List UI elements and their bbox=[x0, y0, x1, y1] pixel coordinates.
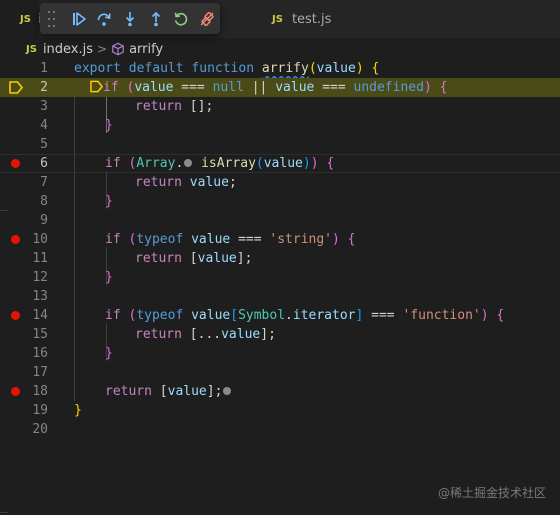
line-number: 20 bbox=[32, 422, 48, 437]
code-line[interactable]: 13 bbox=[0, 287, 560, 306]
code-line[interactable]: 5 bbox=[0, 135, 560, 154]
tab-test-js[interactable]: JS test.js bbox=[272, 0, 392, 38]
code-line[interactable]: 12 } bbox=[0, 268, 560, 287]
debug-toolbar bbox=[40, 3, 220, 34]
line-content: } bbox=[105, 270, 113, 285]
line-content: return [value]; bbox=[135, 251, 253, 266]
line-number: 14 bbox=[32, 308, 48, 323]
disconnect-button[interactable] bbox=[194, 7, 220, 31]
code-line[interactable]: 16 } bbox=[0, 344, 560, 363]
code-line[interactable]: 11 return [value]; bbox=[0, 249, 560, 268]
breakpoint-icon[interactable] bbox=[11, 311, 20, 320]
line-content: } bbox=[74, 403, 82, 418]
code-line[interactable]: 20 bbox=[0, 420, 560, 439]
line-content: } bbox=[105, 346, 113, 361]
code-line[interactable]: 1 export default function arrify(value) … bbox=[0, 59, 560, 78]
line-number: 18 bbox=[32, 384, 48, 399]
watermark: @稀土掘金技术社区 bbox=[437, 486, 546, 500]
line-number: 8 bbox=[40, 194, 48, 209]
line-content: return value; bbox=[135, 175, 237, 190]
line-number: 4 bbox=[40, 118, 48, 133]
code-line[interactable]: 7 return value; bbox=[0, 173, 560, 192]
continue-button[interactable] bbox=[66, 7, 92, 31]
code-line[interactable]: 4 } bbox=[0, 116, 560, 135]
line-content: return [...value]; bbox=[135, 327, 276, 342]
line-content: return []; bbox=[135, 99, 214, 114]
step-over-icon bbox=[98, 12, 111, 26]
line-number: 10 bbox=[32, 232, 48, 247]
tab-index-js[interactable]: JS i bbox=[0, 0, 42, 38]
breakpoint-icon[interactable] bbox=[11, 235, 20, 244]
restart-button[interactable] bbox=[169, 7, 195, 31]
restart-icon bbox=[175, 12, 188, 26]
tab-label: test.js bbox=[291, 11, 332, 27]
js-file-icon: JS bbox=[26, 43, 37, 55]
code-line[interactable]: 19 } bbox=[0, 401, 560, 420]
js-file-icon: JS bbox=[20, 13, 31, 25]
line-number: 7 bbox=[40, 175, 48, 190]
code-line[interactable]: 14 if (typeof value[Symbol.iterator] ===… bbox=[0, 306, 560, 325]
step-over-button[interactable] bbox=[92, 7, 118, 31]
code-line[interactable]: 17 bbox=[0, 363, 560, 382]
line-number: 2 bbox=[40, 80, 48, 95]
breakpoint-icon[interactable] bbox=[11, 159, 20, 168]
line-number: 6 bbox=[40, 156, 48, 171]
line-content: export default function arrify(value) { bbox=[74, 61, 380, 76]
line-content: } bbox=[105, 194, 113, 209]
code-line[interactable]: 8 } bbox=[0, 192, 560, 211]
inline-breakpoint-dot-icon[interactable] bbox=[184, 158, 193, 167]
line-number: 15 bbox=[32, 327, 48, 342]
step-into-icon bbox=[126, 11, 135, 26]
line-number: 12 bbox=[32, 270, 48, 285]
js-file-icon: JS bbox=[272, 13, 283, 25]
stopped-code-line[interactable]: 2 if (value === null || value === undefi… bbox=[0, 78, 560, 97]
step-out-icon bbox=[151, 11, 160, 26]
code-line[interactable]: 6 if (Array. isArray(value)) { bbox=[0, 154, 560, 173]
function-symbol-icon bbox=[112, 42, 124, 56]
line-content: if (typeof value === 'string') { bbox=[105, 232, 356, 247]
drag-handle-icon[interactable] bbox=[48, 10, 60, 27]
breadcrumb-separator: > bbox=[97, 42, 108, 56]
line-number: 19 bbox=[32, 403, 48, 418]
inline-stopped-arrow-icon bbox=[90, 80, 103, 92]
code-line[interactable]: 18 return [value]; bbox=[0, 382, 560, 401]
line-content: if (value === null || value === undefine… bbox=[90, 78, 447, 97]
line-number: 5 bbox=[40, 137, 48, 152]
line-number: 3 bbox=[40, 99, 48, 114]
code-editor[interactable]: 1 export default function arrify(value) … bbox=[0, 59, 560, 515]
breadcrumb: JS index.js > arrify bbox=[26, 40, 163, 58]
line-number: 9 bbox=[40, 213, 48, 228]
line-content: } bbox=[105, 118, 113, 133]
inline-breakpoint-dot-icon[interactable] bbox=[223, 386, 232, 395]
step-out-button[interactable] bbox=[143, 7, 169, 31]
line-number: 16 bbox=[32, 346, 48, 361]
breadcrumb-symbol[interactable]: arrify bbox=[129, 42, 163, 57]
code-line[interactable]: 3 return []; bbox=[0, 97, 560, 116]
code-line[interactable]: 10 if (typeof value === 'string') { bbox=[0, 230, 560, 249]
breakpoint-icon[interactable] bbox=[11, 387, 20, 396]
line-number: 13 bbox=[32, 289, 48, 304]
line-content: if (typeof value[Symbol.iterator] === 'f… bbox=[105, 308, 505, 323]
line-number: 1 bbox=[40, 61, 48, 76]
line-number: 11 bbox=[32, 251, 48, 266]
code-line[interactable]: 9 bbox=[0, 211, 560, 230]
continue-icon bbox=[72, 11, 86, 26]
disconnect-icon bbox=[200, 11, 214, 26]
breadcrumb-file[interactable]: index.js bbox=[43, 42, 93, 57]
line-number: 17 bbox=[32, 365, 48, 380]
line-content: return [value]; bbox=[105, 382, 232, 401]
line-content: if (Array. isArray(value)) { bbox=[105, 156, 335, 171]
code-line[interactable]: 15 return [...value]; bbox=[0, 325, 560, 344]
step-into-button[interactable] bbox=[117, 7, 143, 31]
